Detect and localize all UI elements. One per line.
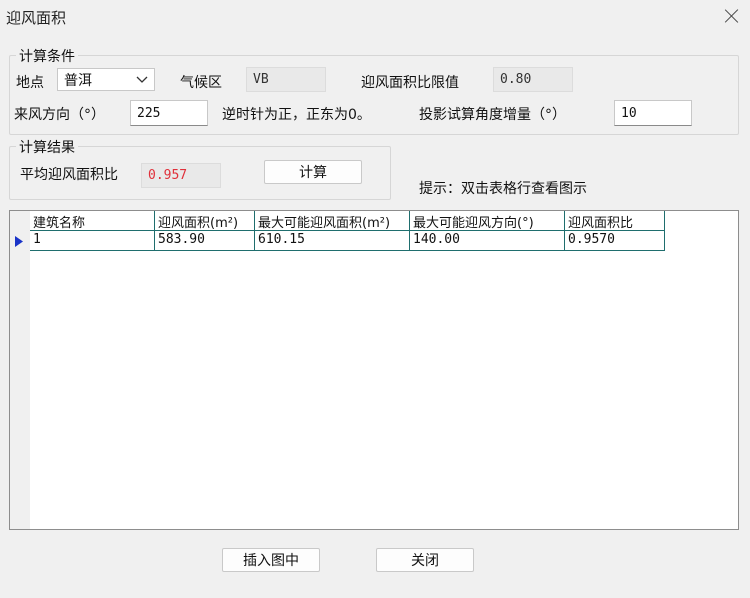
- angle-step-input[interactable]: [614, 100, 692, 126]
- location-value: 普洱: [64, 72, 92, 89]
- avg-ratio-field: 0.957: [141, 163, 221, 188]
- climate-label: 气候区: [180, 75, 222, 91]
- calculate-button[interactable]: 计算: [264, 160, 362, 184]
- cell-building-name: 1: [30, 231, 155, 251]
- cell-max-wind-direction: 140.00: [410, 231, 565, 251]
- column-header-windward-area[interactable]: 迎风面积(m²): [155, 211, 255, 231]
- cell-windward-area: 583.90: [155, 231, 255, 251]
- wind-direction-label: 来风方向（°）: [14, 107, 105, 123]
- ratio-limit-label: 迎风面积比限值: [361, 75, 459, 91]
- location-label: 地点: [16, 75, 44, 91]
- conditions-legend: 计算条件: [16, 46, 78, 66]
- cell-windward-ratio: 0.9570: [565, 231, 665, 251]
- column-header-windward-ratio[interactable]: 迎风面积比: [565, 211, 665, 231]
- wind-direction-input[interactable]: [130, 100, 208, 126]
- close-icon[interactable]: [722, 6, 742, 26]
- table-row[interactable]: 1 583.90 610.15 140.00 0.9570: [30, 231, 665, 251]
- cell-max-windward-area: 610.15: [255, 231, 410, 251]
- wind-direction-hint: 逆时针为正，正东为0。: [222, 107, 371, 123]
- title-bar: 迎风面积: [0, 0, 750, 34]
- climate-field: VB: [246, 67, 326, 92]
- window-title: 迎风面积: [6, 9, 67, 27]
- close-button[interactable]: 关闭: [376, 548, 474, 572]
- results-table: 建筑名称 迎风面积(m²) 最大可能迎风面积(m²) 最大可能迎风方向(°) 迎…: [9, 210, 739, 530]
- avg-ratio-label: 平均迎风面积比: [20, 167, 118, 183]
- hint-text: 提示：双击表格行查看图示: [419, 181, 587, 197]
- location-select[interactable]: 普洱: [57, 68, 155, 91]
- angle-step-label: 投影试算角度增量（°）: [419, 107, 566, 123]
- column-header-building-name[interactable]: 建筑名称: [30, 211, 155, 231]
- table-header: 建筑名称 迎风面积(m²) 最大可能迎风面积(m²) 最大可能迎风方向(°) 迎…: [30, 211, 665, 231]
- results-legend: 计算结果: [16, 137, 78, 157]
- row-header-column: [10, 211, 30, 529]
- column-header-max-windward-area[interactable]: 最大可能迎风面积(m²): [255, 211, 410, 231]
- current-row-arrow-icon: [15, 236, 23, 247]
- row-indicator: [10, 231, 30, 251]
- insert-into-drawing-button[interactable]: 插入图中: [222, 548, 320, 572]
- ratio-limit-field: 0.80: [493, 67, 573, 92]
- chevron-down-icon: [136, 76, 148, 83]
- column-header-max-wind-direction[interactable]: 最大可能迎风方向(°): [410, 211, 565, 231]
